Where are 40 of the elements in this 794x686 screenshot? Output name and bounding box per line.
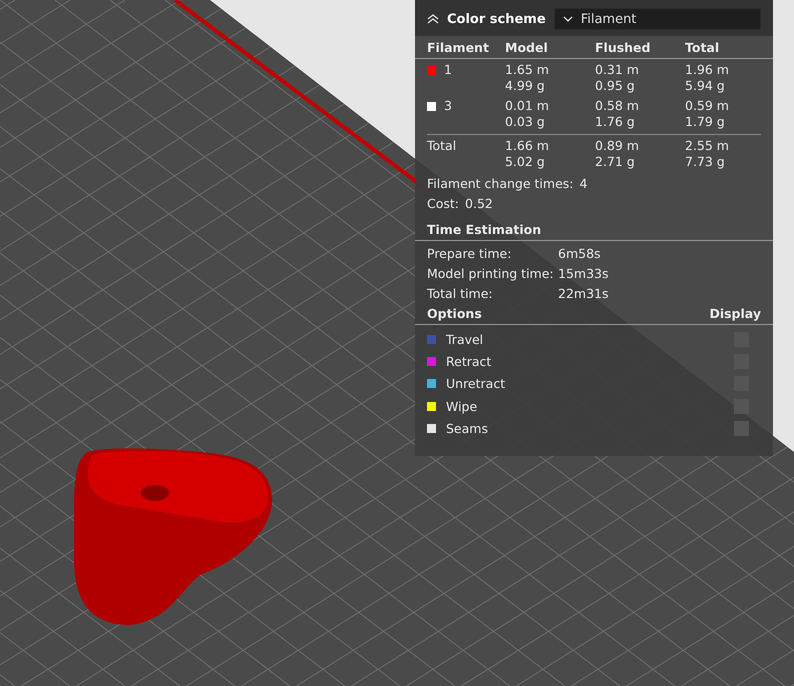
display-checkbox[interactable] <box>734 398 749 414</box>
flushed-usage: 0.89 m 2.71 g <box>595 138 640 170</box>
filament-number: 3 <box>444 98 452 114</box>
time-label: Prepare time: <box>427 245 512 263</box>
model-usage: 0.01 m 0.03 g <box>505 98 550 130</box>
column-header: Total <box>685 39 720 57</box>
time-value: 6m58s <box>558 245 602 263</box>
column-header: Filament <box>427 39 490 57</box>
flushed-usage: 0.58 m 1.76 g <box>595 98 640 130</box>
total-usage: 0.59 m 1.79 g <box>685 98 730 130</box>
stat-label: Filament change times: <box>427 175 574 193</box>
column-header: Model <box>505 39 549 57</box>
total-label: Total <box>427 138 458 155</box>
section-title: Time Estimation <box>427 222 542 237</box>
total-usage: 2.55 m 7.73 g <box>685 138 730 170</box>
section-title: Options <box>427 306 482 321</box>
color-scheme-label: Color scheme <box>447 12 546 26</box>
color-scheme-dropdown[interactable]: Filament <box>554 8 761 30</box>
total-usage: 1.96 m 5.94 g <box>685 62 730 94</box>
filament-number: 1 <box>444 62 452 78</box>
stat-value: 4 <box>580 175 588 193</box>
display-checkbox[interactable] <box>734 420 749 436</box>
option-label: Travel <box>446 332 484 347</box>
stat-value: 0.52 <box>465 195 493 213</box>
collapse-icon[interactable] <box>427 14 439 24</box>
column-header: Flushed <box>595 39 652 57</box>
time-label: Total time: <box>427 285 494 303</box>
time-value: 22m31s <box>558 285 610 303</box>
time-value: 15m33s <box>558 265 610 283</box>
model-usage: 1.65 m 4.99 g <box>505 62 550 94</box>
option-label: Wipe <box>446 398 478 414</box>
chevron-down-icon <box>562 16 573 22</box>
flushed-usage: 0.31 m 0.95 g <box>595 62 640 94</box>
option-label: Unretract <box>446 376 506 392</box>
time-label: Model printing time: <box>427 265 555 283</box>
option-label: Seams <box>446 420 489 436</box>
stat-label: Cost: <box>427 195 460 213</box>
option-label: Retract <box>446 354 492 369</box>
model-usage: 1.66 m 5.02 g <box>505 138 550 170</box>
display-header: Display <box>709 306 761 321</box>
